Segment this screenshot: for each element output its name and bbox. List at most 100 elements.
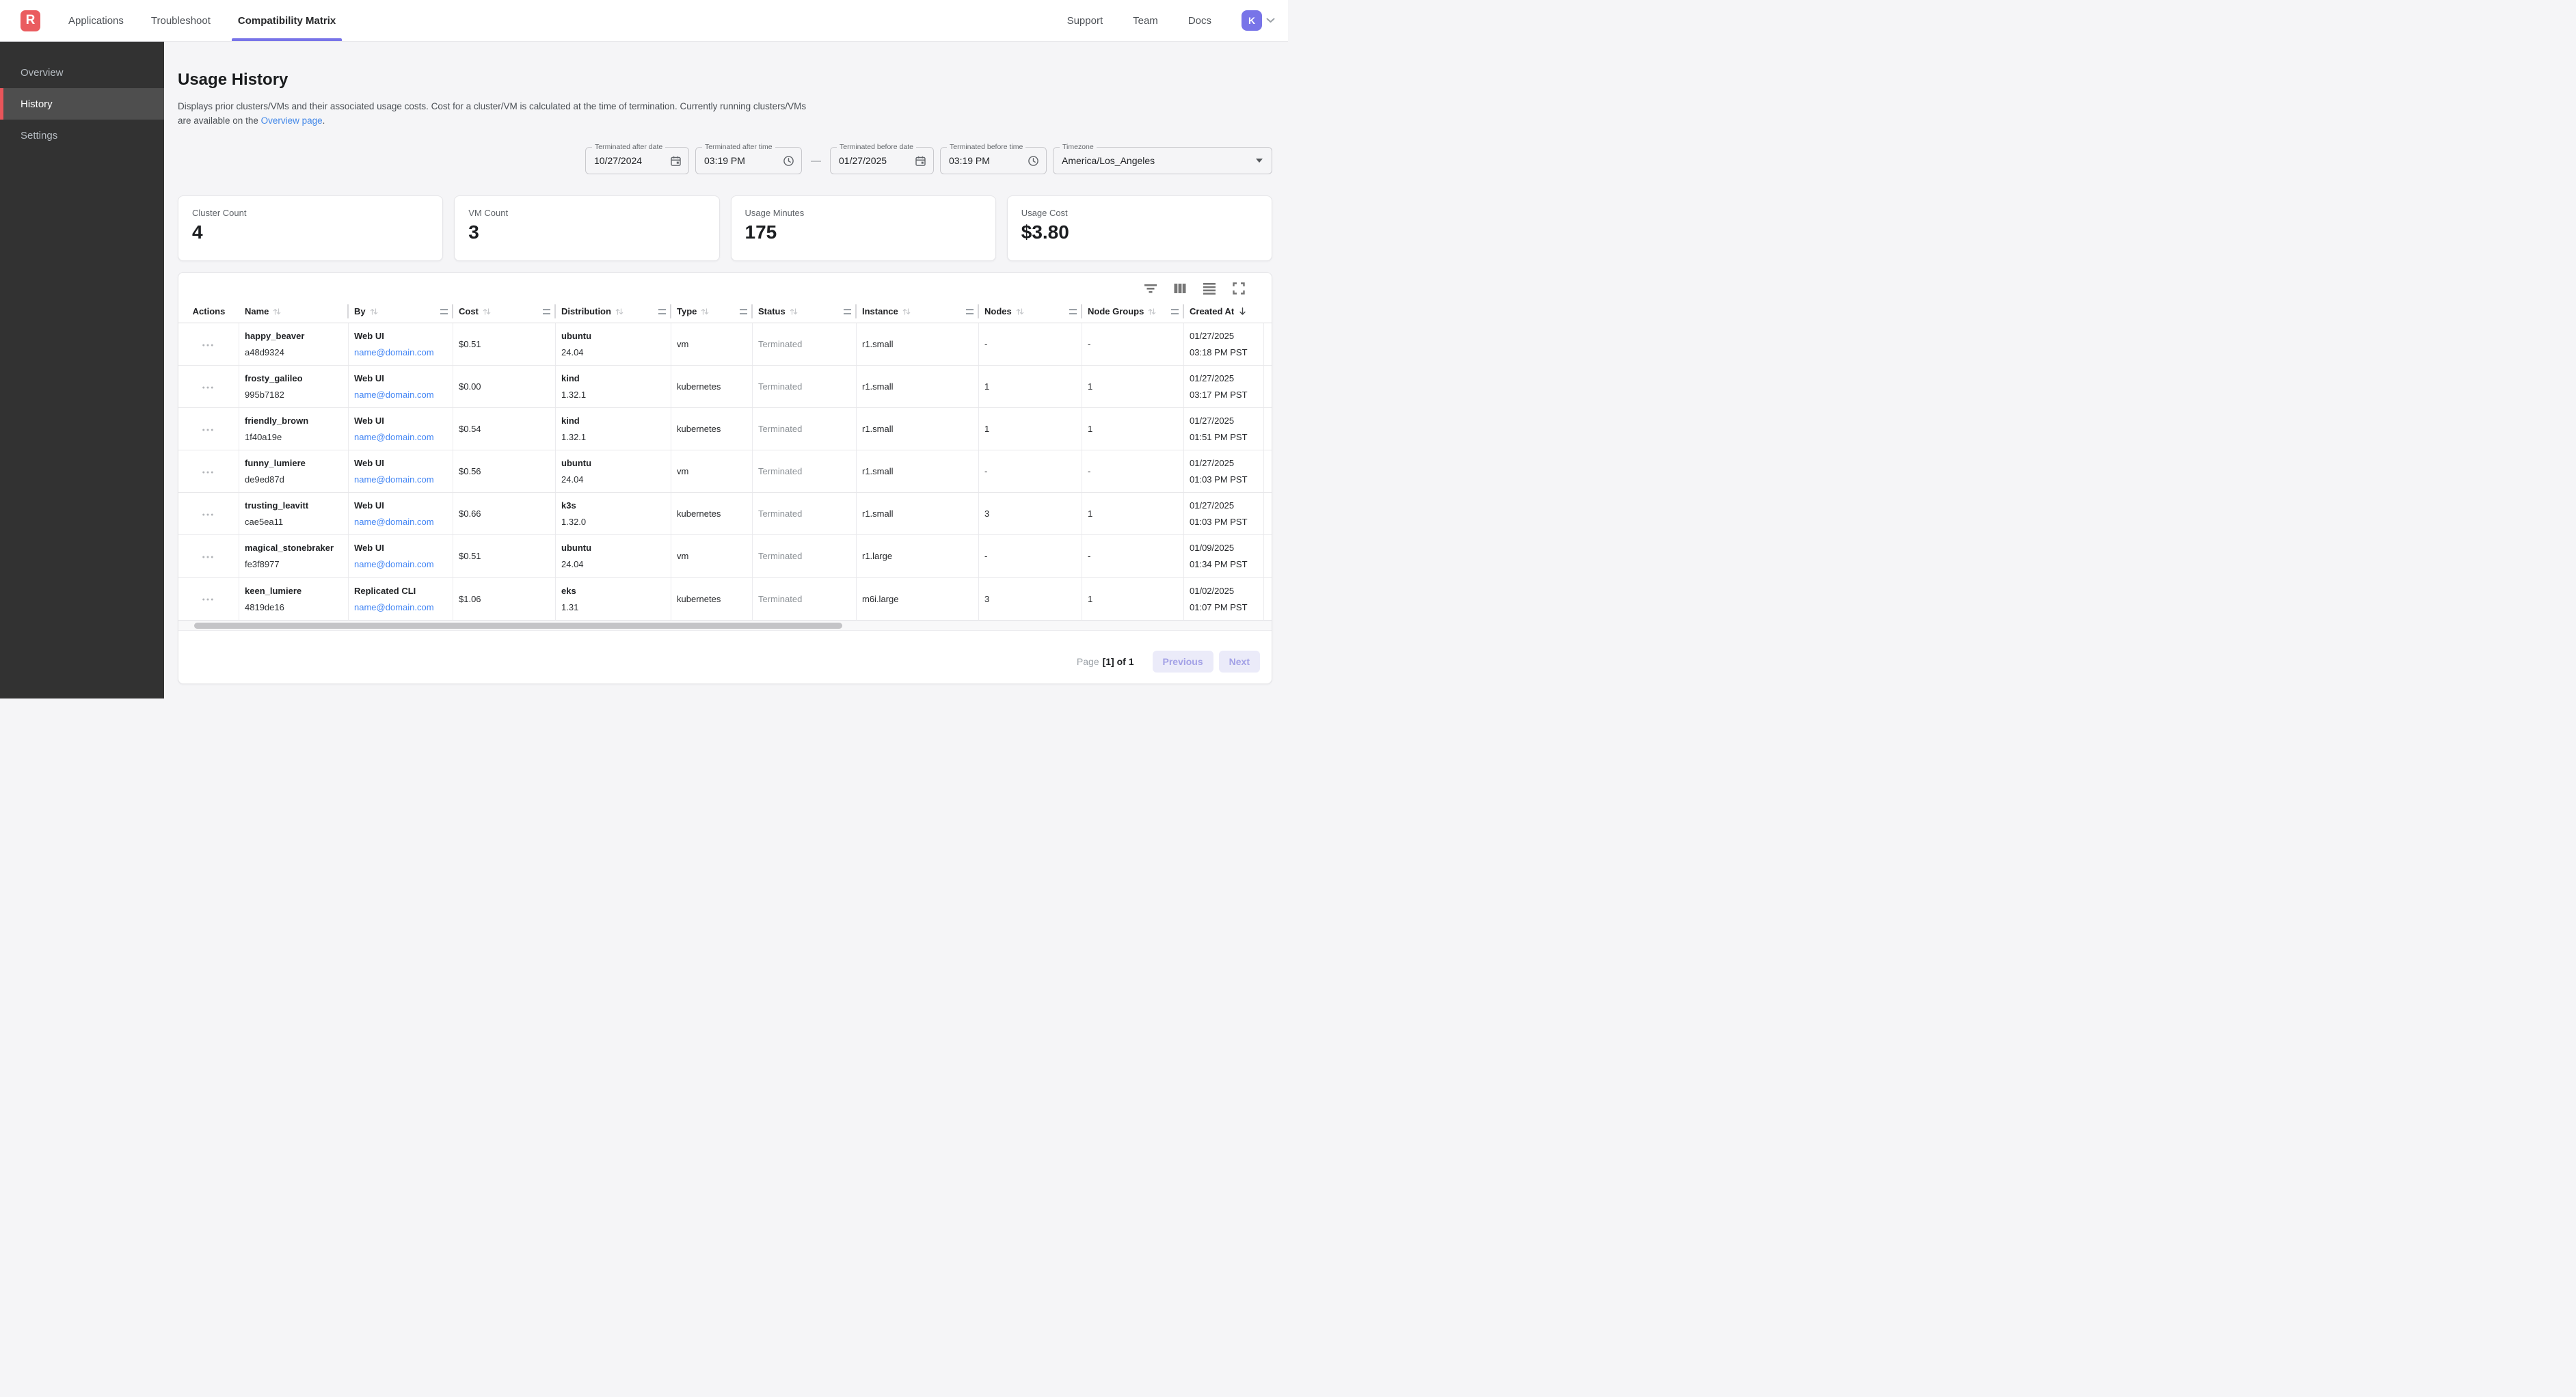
table-row: happy_beavera48d9324 Web UIname@domain.c…: [178, 323, 1272, 366]
column-header-distribution[interactable]: Distribution: [556, 300, 671, 323]
sort-arrows-icon: [1147, 307, 1157, 316]
created-date: 01/02/2025: [1190, 586, 1258, 596]
type-value: vm: [677, 466, 747, 476]
equals-icon[interactable]: [658, 309, 666, 314]
stat-card-cluster-count: Cluster Count 4: [178, 195, 443, 261]
equals-icon[interactable]: [1069, 309, 1077, 314]
cluster-name: friendly_brown: [245, 416, 343, 426]
distribution-version: 24.04: [561, 347, 665, 357]
cluster-name: happy_beaver: [245, 331, 343, 341]
created-by-source: Web UI: [354, 373, 447, 383]
column-header-type[interactable]: Type: [671, 300, 753, 323]
terminated-before-date-field[interactable]: Terminated before date 01/27/2025: [830, 147, 934, 174]
column-header-by[interactable]: By: [349, 300, 453, 323]
horizontal-scrollbar-thumb[interactable]: [194, 623, 842, 629]
stat-value: 3: [468, 221, 705, 243]
timezone-select[interactable]: Timezone America/Los_Angeles: [1053, 147, 1272, 174]
created-time: 01:51 PM PST: [1190, 432, 1258, 442]
calendar-icon[interactable]: [670, 155, 682, 167]
column-header-name[interactable]: Name: [239, 300, 349, 323]
created-time: 01:34 PM PST: [1190, 559, 1258, 569]
created-by-email-link[interactable]: name@domain.com: [354, 559, 447, 569]
app-logo[interactable]: R: [21, 10, 40, 31]
node-groups-value: 1: [1088, 381, 1178, 392]
sidebar-item-history[interactable]: History: [0, 88, 164, 120]
sidebar-item-settings[interactable]: Settings: [0, 120, 164, 151]
avatar[interactable]: K: [1242, 10, 1262, 31]
node-groups-value: -: [1088, 466, 1178, 476]
overview-page-link[interactable]: Overview page: [261, 116, 323, 126]
nav-right: Support Team Docs K: [1067, 10, 1275, 31]
distribution-version: 1.32.1: [561, 390, 665, 400]
stat-label: Usage Minutes: [745, 208, 982, 218]
tab-troubleshoot[interactable]: Troubleshoot: [151, 0, 211, 41]
column-header-created-at[interactable]: Created At: [1184, 300, 1264, 323]
sidebar-item-overview[interactable]: Overview: [0, 57, 164, 88]
equals-icon[interactable]: [1171, 309, 1179, 314]
type-value: kubernetes: [677, 508, 747, 519]
created-by-source: Web UI: [354, 458, 447, 468]
nav-link-support[interactable]: Support: [1067, 15, 1103, 27]
next-page-button[interactable]: Next: [1219, 651, 1260, 673]
filter-icon[interactable]: [1144, 282, 1157, 295]
page-title: Usage History: [178, 70, 1272, 90]
row-actions-menu-icon[interactable]: [202, 383, 215, 391]
row-actions-menu-icon[interactable]: [202, 510, 215, 518]
row-actions-menu-icon[interactable]: [202, 340, 215, 349]
terminated-after-time-field[interactable]: Terminated after time 03:19 PM: [695, 147, 802, 174]
table-toolbar: [178, 273, 1272, 300]
created-date: 01/27/2025: [1190, 416, 1258, 426]
column-header-nodes[interactable]: Nodes: [979, 300, 1082, 323]
terminated-after-date-field[interactable]: Terminated after date 10/27/2024: [585, 147, 689, 174]
equals-icon[interactable]: [966, 309, 974, 314]
terminated-after-time-value: 03:19 PM: [704, 155, 745, 166]
created-by-email-link[interactable]: name@domain.com: [354, 432, 447, 442]
account-menu[interactable]: K: [1242, 10, 1275, 31]
terminated-before-time-field[interactable]: Terminated before time 03:19 PM: [940, 147, 1047, 174]
row-actions-menu-icon[interactable]: [202, 467, 215, 476]
page-value: [1] of 1: [1103, 656, 1134, 667]
clock-icon[interactable]: [783, 155, 794, 167]
row-actions-menu-icon[interactable]: [202, 595, 215, 603]
equals-icon[interactable]: [844, 309, 851, 314]
column-header-node-groups[interactable]: Node Groups: [1082, 300, 1184, 323]
terminated-before-time-label: Terminated before time: [947, 143, 1025, 151]
created-by-email-link[interactable]: name@domain.com: [354, 517, 447, 527]
equals-icon[interactable]: [543, 309, 550, 314]
horizontal-scrollbar[interactable]: [178, 620, 1272, 631]
previous-page-button[interactable]: Previous: [1153, 651, 1213, 673]
arrow-down-icon: [1237, 306, 1248, 316]
created-by-email-link[interactable]: name@domain.com: [354, 474, 447, 485]
cluster-id: fe3f8977: [245, 559, 343, 569]
nodes-value: 1: [984, 424, 1076, 434]
nav-link-team[interactable]: Team: [1133, 15, 1158, 27]
equals-icon[interactable]: [740, 309, 747, 314]
row-actions-menu-icon[interactable]: [202, 425, 215, 433]
nav-link-docs[interactable]: Docs: [1188, 15, 1211, 27]
column-header-status[interactable]: Status: [753, 300, 857, 323]
type-value: kubernetes: [677, 594, 747, 604]
row-actions-menu-icon[interactable]: [202, 552, 215, 560]
cluster-name: funny_lumiere: [245, 458, 343, 468]
created-by-email-link[interactable]: name@domain.com: [354, 347, 447, 357]
created-date: 01/09/2025: [1190, 543, 1258, 553]
columns-icon[interactable]: [1173, 282, 1187, 295]
cost-value: $0.54: [459, 424, 550, 434]
calendar-icon[interactable]: [915, 155, 926, 167]
distribution-name: ubuntu: [561, 458, 665, 468]
primary-tabs: Applications Troubleshoot Compatibility …: [68, 0, 363, 41]
created-by-email-link[interactable]: name@domain.com: [354, 602, 447, 612]
column-header-instance[interactable]: Instance: [857, 300, 979, 323]
density-icon[interactable]: [1203, 282, 1216, 295]
distribution-name: kind: [561, 416, 665, 426]
tab-applications[interactable]: Applications: [68, 0, 124, 41]
status-value: Terminated: [758, 381, 850, 392]
clock-icon[interactable]: [1028, 155, 1039, 167]
created-by-email-link[interactable]: name@domain.com: [354, 390, 447, 400]
nodes-value: -: [984, 551, 1076, 561]
table-row: funny_lumierede9ed87d Web UIname@domain.…: [178, 450, 1272, 493]
fullscreen-icon[interactable]: [1232, 282, 1246, 295]
equals-icon[interactable]: [440, 309, 448, 314]
column-header-cost[interactable]: Cost: [453, 300, 556, 323]
tab-compatibility-matrix[interactable]: Compatibility Matrix: [238, 0, 336, 41]
